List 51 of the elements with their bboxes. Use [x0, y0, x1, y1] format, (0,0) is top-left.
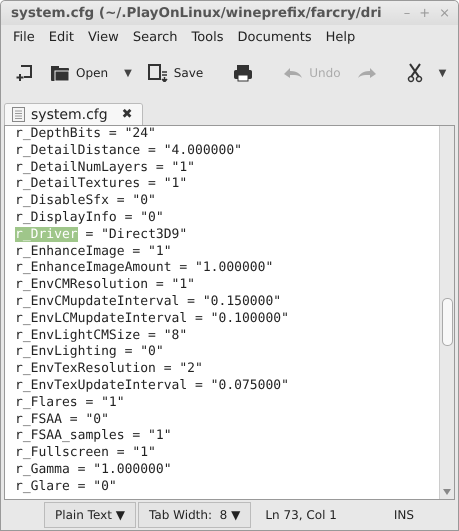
close-tab-button[interactable]: ✖	[122, 107, 132, 122]
code-line: r_DisplayInfo = "0"	[15, 210, 165, 227]
language-dropdown[interactable]: Plain Text ▼	[44, 502, 136, 528]
code-line: r_EnvCMResolution = "1"	[15, 277, 196, 294]
scissors-icon	[406, 63, 423, 83]
menu-item[interactable]: Edit	[48, 30, 74, 44]
scrollbar[interactable]	[439, 126, 454, 499]
dropdown-arrow[interactable]: ▼	[119, 64, 137, 82]
new-document-icon	[16, 64, 34, 82]
code-line: r_Gamma = "1.000000"	[15, 462, 173, 479]
code-line: r_DetailNumLayers = "1"	[15, 160, 196, 176]
cursor-position: Ln 73, Col 1	[265, 508, 337, 522]
scroll-thumb[interactable]	[442, 298, 453, 346]
code-line: r_Glare = "0"	[15, 478, 118, 496]
code-line: r_DisableSfx = "0"	[15, 193, 157, 210]
code-line: r_EnhanceImageAmount = "1.000000"	[15, 260, 274, 278]
code-line: r_FSAA_samples = "1"	[15, 428, 173, 446]
menu-item[interactable]: File	[13, 30, 35, 44]
code-line: r_DetailTextures = "1"	[15, 176, 188, 194]
redo-icon	[356, 66, 377, 80]
code-line: r_Driver = "Direct3D9"	[15, 226, 188, 244]
code-line: r_EnhanceImage = "1"	[15, 244, 173, 260]
code-line: r_FSAA = "0"	[15, 412, 110, 428]
menu-item[interactable]: Help	[326, 30, 356, 44]
code-line: r_EnvLightCMSize = "8"	[15, 328, 188, 344]
dropdown-arrow[interactable]: ▼	[434, 64, 452, 82]
tab-width-dropdown[interactable]: Tab Width: 8 ▼	[138, 502, 252, 528]
code-line: r_DetailDistance = "4.000000"	[15, 142, 243, 160]
folder-icon	[50, 64, 70, 82]
open-button[interactable]: Open	[45, 60, 114, 86]
window-title: system.cfg (~/.PlayOnLinux/wineprefix/farcry/dri	[11, 5, 383, 21]
scroll-down-icon[interactable]	[443, 489, 451, 495]
code-line: r_EnvLighting = "0"	[15, 344, 165, 362]
document-tab[interactable]: system.cfg ✖	[4, 103, 144, 125]
document-icon	[12, 107, 25, 122]
code-line: r_EnvTexUpdateInterval = "0.075000"	[15, 378, 290, 395]
code-line: r_EnvCMupdateInterval = "0.150000"	[15, 294, 282, 311]
menu-item[interactable]: View	[88, 30, 119, 44]
code-line: r_EnvLCMupdateInterval = "0.100000"	[15, 310, 290, 328]
undo-icon	[283, 66, 304, 80]
code-line: r_DepthBits = "24"	[15, 126, 157, 143]
insert-mode: INS	[394, 508, 414, 522]
code-line: r_Flares = "1"	[15, 394, 126, 412]
code-line: r_Fullscreen = "1"	[15, 445, 157, 462]
menu-item[interactable]: Search	[132, 30, 178, 44]
save-button[interactable]: Save	[142, 60, 208, 86]
menu-item[interactable]: Tools	[191, 30, 224, 44]
menu-item[interactable]: Documents	[238, 30, 312, 44]
save-icon	[148, 64, 168, 82]
code-line: r_EnvTexResolution = "2"	[15, 361, 204, 378]
printer-icon	[233, 64, 254, 82]
